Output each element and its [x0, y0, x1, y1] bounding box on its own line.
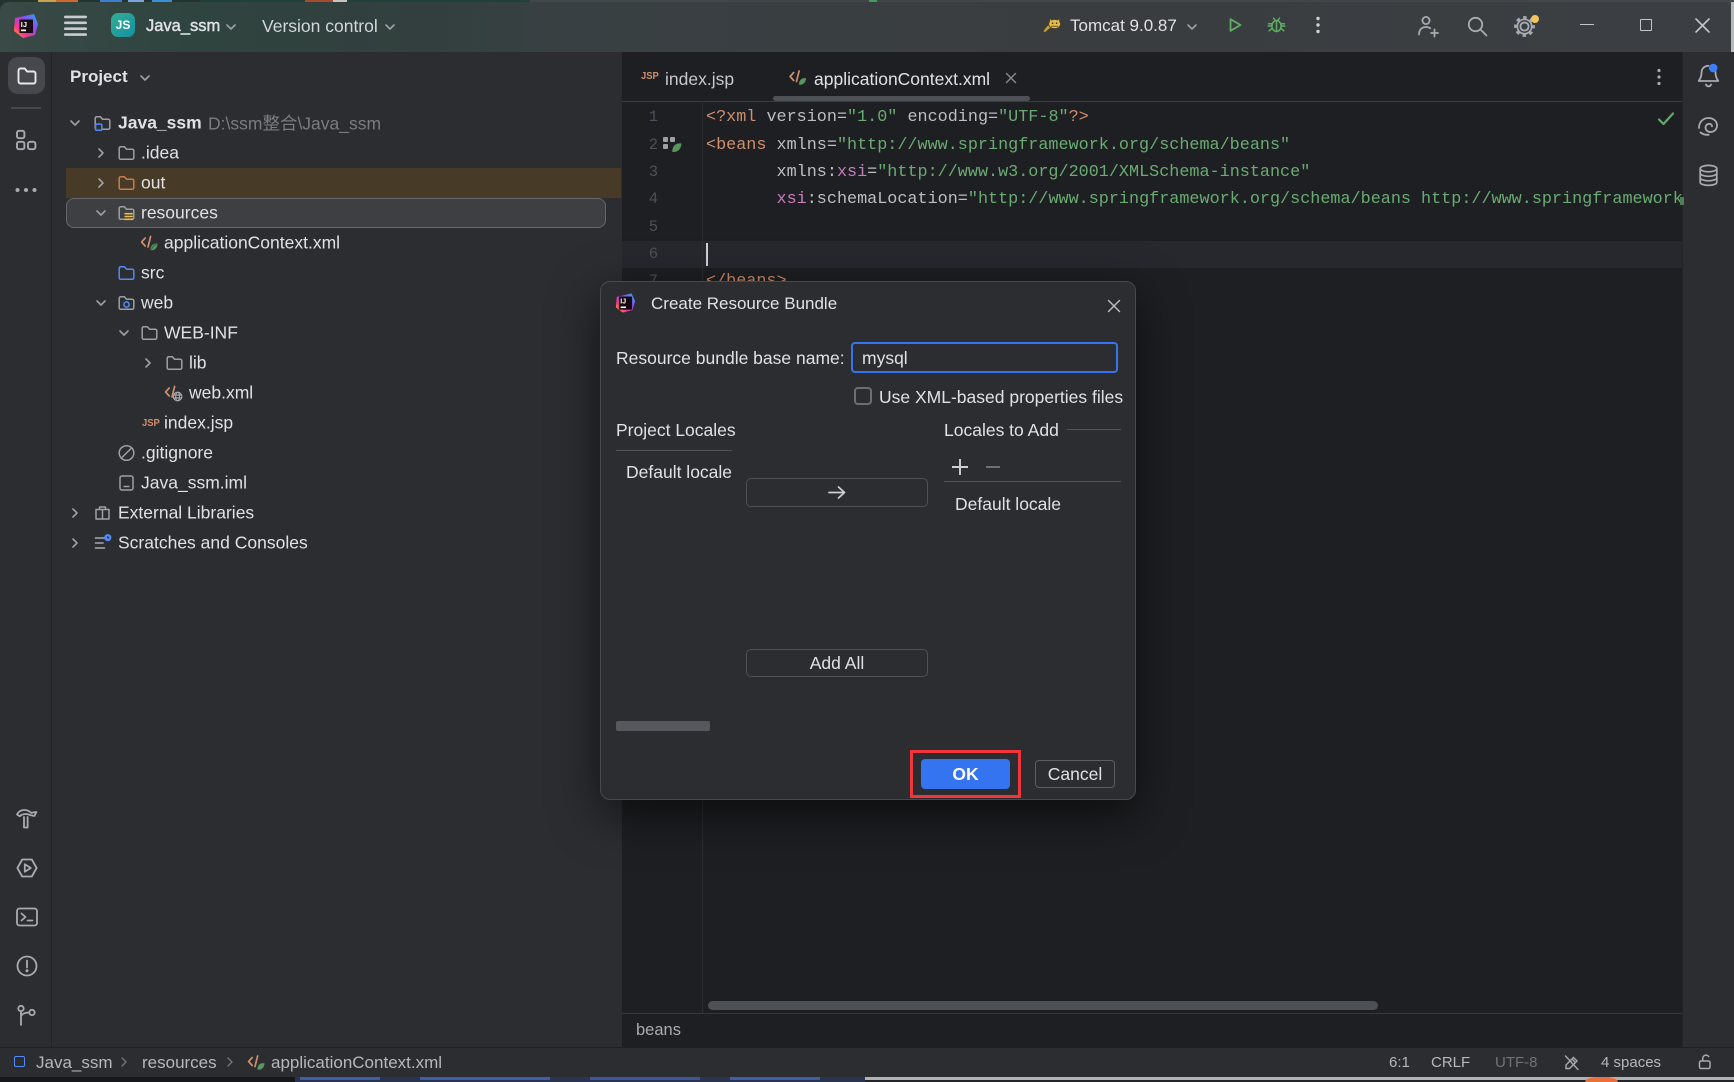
svg-text:IJ: IJ	[21, 20, 27, 29]
svg-text:IJ: IJ	[620, 298, 626, 305]
